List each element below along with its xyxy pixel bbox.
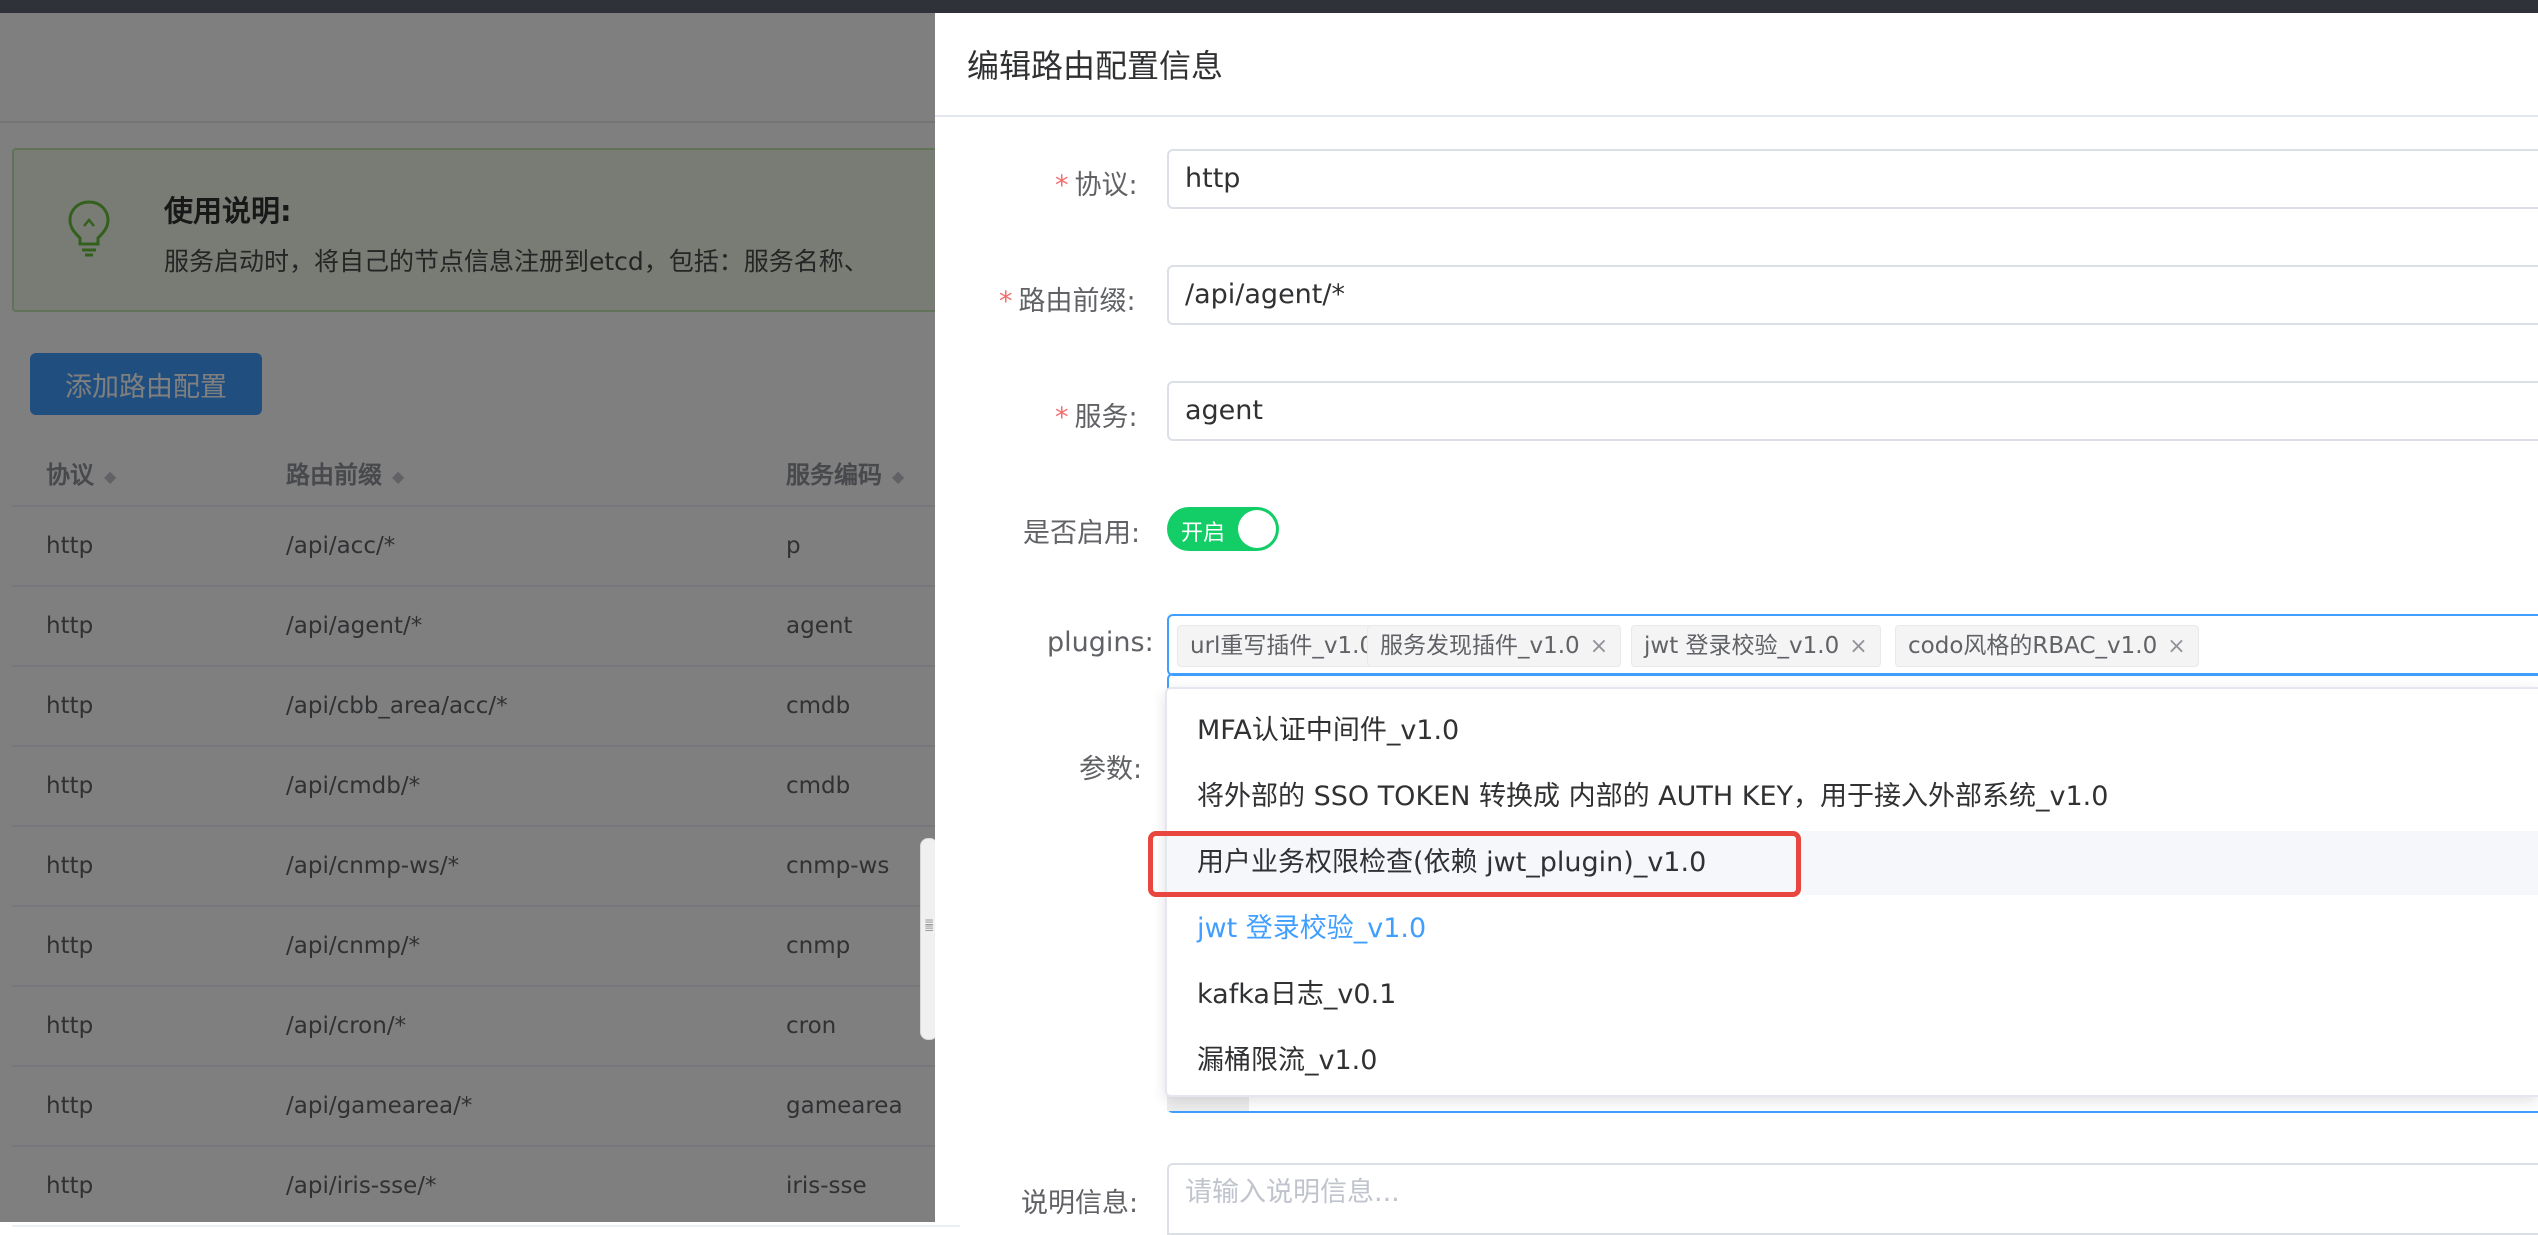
- close-icon[interactable]: ×: [1849, 627, 1867, 667]
- grip-icon: ≡ ≡: [924, 915, 935, 935]
- required-mark: *: [999, 286, 1013, 317]
- drawer-title: 编辑路由配置信息: [967, 47, 1224, 85]
- description-input[interactable]: 请输入说明信息...: [1167, 1163, 2538, 1235]
- plugin-tag: codo风格的RBAC_v1.0 ×: [1895, 625, 2199, 667]
- top-bar: [0, 0, 2538, 13]
- required-mark: *: [1055, 170, 1069, 201]
- dropdown-option[interactable]: jwt 登录校验_v1.0: [1167, 897, 2538, 961]
- params-label: 参数:: [1079, 754, 1143, 785]
- plugin-tag: 服务发现插件_v1.0 ×: [1367, 625, 1622, 667]
- close-icon[interactable]: ×: [1590, 627, 1608, 667]
- service-input[interactable]: agent: [1167, 381, 2538, 441]
- switch-text: 开启: [1181, 521, 1226, 546]
- plugins-select[interactable]: url重写插件_v1.0× 服务发现插件_v1.0× jwt 登录校验_v1.0…: [1167, 614, 2538, 676]
- enabled-switch[interactable]: 开启: [1167, 507, 1279, 551]
- switch-knob: [1238, 510, 1276, 548]
- highlight-box: [1148, 831, 1801, 897]
- plugin-tag: jwt 登录校验_v1.0 ×: [1631, 625, 1881, 667]
- protocol-label: * 协议:: [1055, 170, 1138, 201]
- dropdown-option[interactable]: 将外部的 SSO TOKEN 转换成 内部的 AUTH KEY，用于接入外部系统…: [1167, 765, 2538, 829]
- modal-overlay[interactable]: [0, 13, 935, 1222]
- service-label: * 服务:: [1055, 402, 1138, 433]
- dropdown-option[interactable]: 漏桶限流_v1.0: [1167, 1029, 2538, 1093]
- prefix-input[interactable]: /api/agent/*: [1167, 265, 2538, 325]
- protocol-input[interactable]: http: [1167, 149, 2538, 209]
- drawer-divider: [935, 115, 2538, 117]
- plugins-label: plugins:: [1047, 627, 1154, 658]
- description-label: 说明信息:: [1021, 1188, 1139, 1219]
- edit-route-drawer: 编辑路由配置信息 * 协议: http * 路由前缀: /api/agent/* *…: [935, 13, 2538, 1235]
- required-mark: *: [1055, 402, 1069, 433]
- dropdown-option[interactable]: kafka日志_v0.1: [1167, 963, 2538, 1027]
- close-icon[interactable]: ×: [2167, 627, 2185, 667]
- enabled-label: 是否启用:: [1023, 518, 1141, 549]
- dropdown-option[interactable]: MFA认证中间件_v1.0: [1167, 699, 2538, 763]
- prefix-label: * 路由前缀:: [999, 286, 1136, 317]
